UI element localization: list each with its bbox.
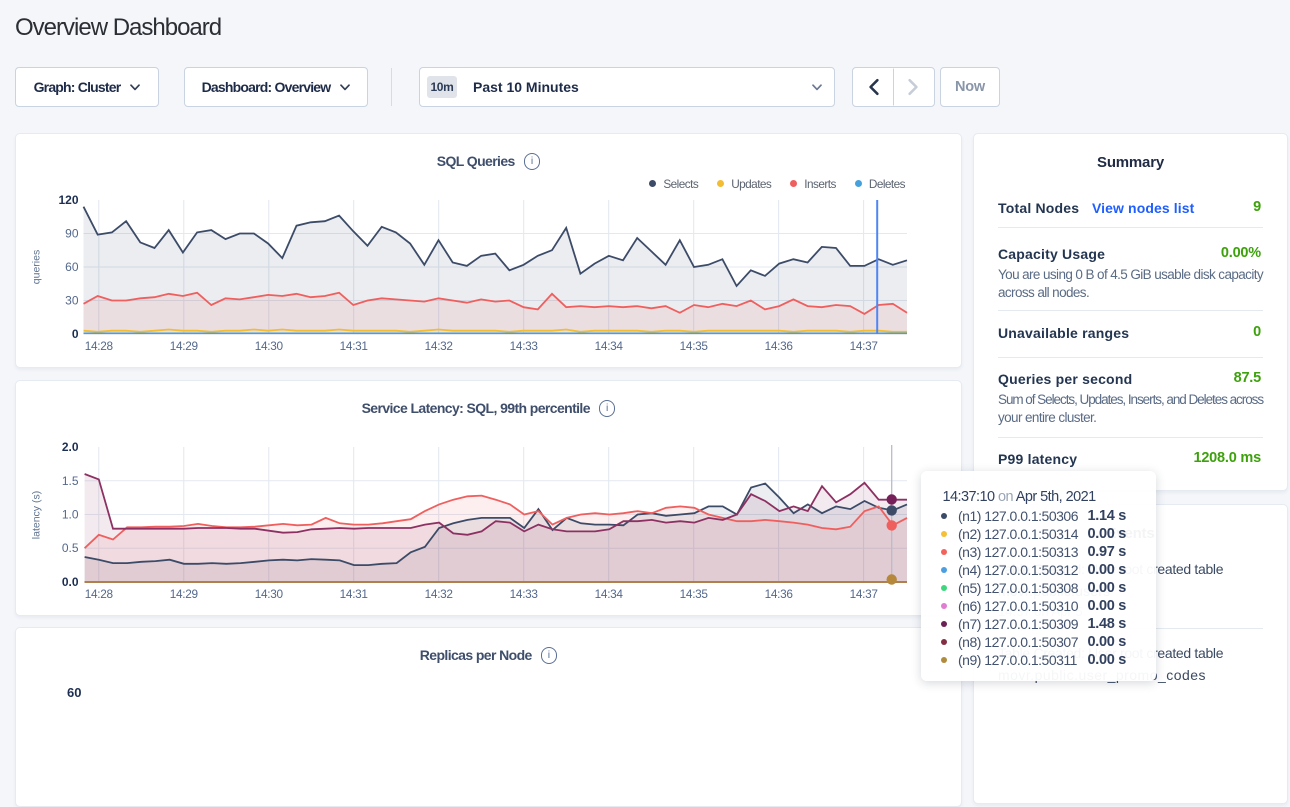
svg-text:0: 0 (72, 327, 79, 341)
svg-text:2.0: 2.0 (62, 440, 79, 454)
svg-text:14:36: 14:36 (765, 339, 794, 353)
svg-text:14:33: 14:33 (510, 339, 539, 353)
svg-text:1.5: 1.5 (62, 474, 79, 488)
svg-text:latency (s): latency (s) (31, 491, 43, 539)
svg-text:14:28: 14:28 (85, 339, 114, 353)
svg-text:14:36: 14:36 (765, 587, 794, 601)
svg-text:14:31: 14:31 (340, 587, 368, 601)
svg-text:14:37: 14:37 (850, 339, 878, 353)
svg-text:14:32: 14:32 (425, 339, 453, 353)
svg-text:14:30: 14:30 (255, 339, 284, 353)
svg-text:90: 90 (65, 227, 79, 241)
svg-text:14:34: 14:34 (595, 339, 624, 353)
svg-text:30: 30 (65, 294, 79, 308)
svg-text:14:35: 14:35 (680, 339, 709, 353)
svg-text:14:32: 14:32 (425, 587, 453, 601)
svg-text:14:34: 14:34 (595, 587, 624, 601)
svg-text:60: 60 (65, 260, 79, 274)
svg-text:0.0: 0.0 (62, 575, 79, 589)
svg-text:14:29: 14:29 (170, 587, 198, 601)
svg-text:14:35: 14:35 (680, 587, 709, 601)
svg-text:14:28: 14:28 (85, 587, 114, 601)
svg-text:14:31: 14:31 (340, 339, 368, 353)
svg-text:120: 120 (58, 193, 78, 207)
svg-text:0.5: 0.5 (62, 541, 79, 555)
svg-text:queries: queries (31, 250, 43, 284)
svg-text:1.0: 1.0 (62, 508, 79, 522)
svg-text:14:37: 14:37 (850, 587, 878, 601)
svg-text:14:29: 14:29 (170, 339, 198, 353)
svg-text:14:33: 14:33 (510, 587, 539, 601)
svg-text:14:30: 14:30 (255, 587, 284, 601)
